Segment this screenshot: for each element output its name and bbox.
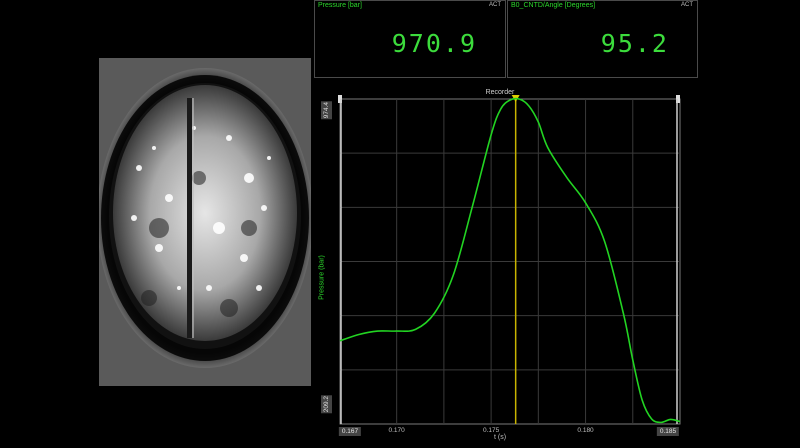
- recorder-panel[interactable]: Recorder Pressure (bar) 974.4 209.2 t (s…: [314, 89, 686, 448]
- x-tick-label: 0.180: [577, 427, 594, 434]
- pressure-value: 970.9: [391, 29, 477, 58]
- x-tick-label: 0.170: [388, 427, 405, 434]
- x-tick-label: 0.167: [338, 427, 362, 436]
- pressure-display-panel[interactable]: Pressure [bar] ACT 970.9: [314, 0, 506, 78]
- recorder-plot[interactable]: [314, 89, 686, 448]
- angle-display-panel[interactable]: B0_CNTD/Angle [Degrees] ACT 95.2: [507, 0, 698, 78]
- camera-view: [99, 58, 311, 386]
- x-tick-label: 0.175: [482, 427, 500, 434]
- camera-image: [99, 58, 311, 386]
- y-axis-label: Pressure (bar): [318, 255, 326, 300]
- y-max-label: 974.4: [321, 101, 332, 120]
- angle-panel-tag: ACT: [681, 2, 693, 8]
- pressure-panel-tag: ACT: [489, 2, 501, 8]
- y-min-label: 209.2: [321, 395, 332, 414]
- angle-panel-title: B0_CNTD/Angle [Degrees]: [511, 2, 596, 9]
- angle-value: 95.2: [600, 29, 669, 58]
- x-tick-label: 0.185: [656, 427, 680, 436]
- x-axis-label: t (s): [493, 434, 507, 441]
- pressure-panel-title: Pressure [bar]: [318, 2, 362, 9]
